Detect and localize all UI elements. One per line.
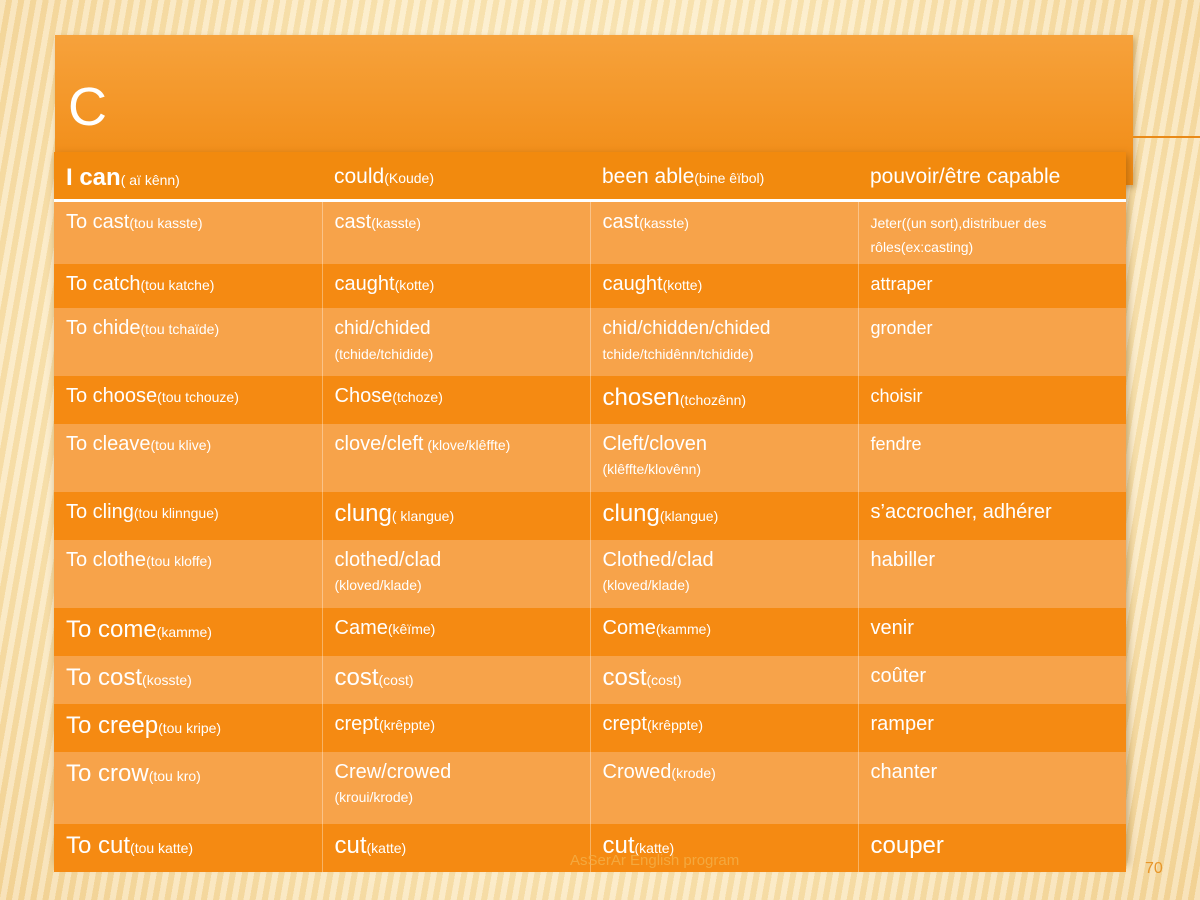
header-cell: could(Koude)	[322, 152, 590, 201]
table-cell: chid/chided (tchide/tchidide)	[321, 307, 590, 376]
table-row: To chide(tou tchaïde) chid/chided (tchide…	[54, 307, 1126, 376]
table-cell: cut(katte)	[321, 823, 590, 872]
table-row: To cost(kosste) cost(cost) cost(cost) co…	[54, 655, 1126, 704]
table-cell: To cost(kosste)	[54, 655, 322, 704]
table-cell: Crowed(krode)	[589, 751, 858, 824]
table-cell: gronder	[857, 307, 1126, 376]
table-row: To come(kamme) Came(kêïme) Come(kamme) v…	[54, 607, 1126, 656]
table-row: To cleave(tou klive) clove/cleft (klove/…	[54, 423, 1126, 492]
table-cell: clothed/clad (kloved/klade)	[321, 539, 590, 608]
table-cell: To come(kamme)	[54, 607, 322, 656]
table-cell: Clothed/clad (kloved/klade)	[589, 539, 858, 608]
table-cell: cost(cost)	[321, 655, 590, 704]
table-cell: To cut(tou katte)	[54, 823, 322, 872]
table-cell: clove/cleft (klove/klêffte)	[321, 423, 590, 492]
table-cell: To clothe(tou kloffe)	[54, 539, 322, 608]
table-cell: Came(kêïme)	[321, 607, 590, 656]
header-cell: I can( aï kênn)	[54, 152, 322, 201]
table-cell: fendre	[857, 423, 1126, 492]
table-cell: chid/chidden/chided tchide/tchidênn/tchid…	[589, 307, 858, 376]
table-cell: coûter	[857, 655, 1126, 704]
table-row: To crow(tou kro) Crew/crowed (kroui/krode…	[54, 751, 1126, 824]
table-cell: Cleft/cloven (klêffte/klovênn)	[589, 423, 858, 492]
table-cell: couper	[857, 823, 1126, 872]
table-cell: To chide(tou tchaïde)	[54, 307, 322, 376]
table-cell: To cleave(tou klive)	[54, 423, 322, 492]
table-cell: cast(kasste)	[589, 200, 858, 264]
verb-table: I can( aï kênn) could(Koude) been able(b…	[54, 152, 1126, 872]
table-cell: caught(kotte)	[321, 263, 590, 308]
footer-text: AsSerAr English program	[570, 852, 740, 869]
table-cell: s’accrocher, adhérer	[857, 491, 1126, 540]
table-cell: To creep(tou kripe)	[54, 703, 322, 752]
table-cell: To choose(tou tchouze)	[54, 375, 322, 424]
slide-title: C	[68, 77, 107, 137]
decorative-line	[1133, 136, 1200, 138]
table-cell: To crow(tou kro)	[54, 751, 322, 824]
table-header-row: I can( aï kênn) could(Koude) been able(b…	[54, 152, 1126, 201]
table-cell: Crew/crowed (kroui/krode)	[321, 751, 590, 824]
table-row: To cling(tou klinngue) clung( klangue) c…	[54, 491, 1126, 540]
table-cell: crept(krêppte)	[589, 703, 858, 752]
table-row: To clothe(tou kloffe) clothed/clad (klove…	[54, 539, 1126, 608]
table-cell: attraper	[857, 263, 1126, 308]
table-cell: habiller	[857, 539, 1126, 608]
header-cell: pouvoir/être capable	[858, 152, 1126, 201]
table-cell: clung(klangue)	[589, 491, 858, 540]
table-cell: clung( klangue)	[321, 491, 590, 540]
table-cell: venir	[857, 607, 1126, 656]
table-cell: cast(kasste)	[321, 200, 590, 264]
table-cell: Come(kamme)	[589, 607, 858, 656]
table-cell: Chose(tchoze)	[321, 375, 590, 424]
table-cell: chanter	[857, 751, 1126, 824]
table-cell: To cling(tou klinngue)	[54, 491, 322, 540]
table-cell: ramper	[857, 703, 1126, 752]
table-cell: caught(kotte)	[589, 263, 858, 308]
table-row: To choose(tou tchouze) Chose(tchoze) cho…	[54, 375, 1126, 424]
table-cell: Jeter((un sort),distribuer des rôles(ex:…	[857, 200, 1126, 264]
table-cell: cost(cost)	[589, 655, 858, 704]
header-cell: been able(bine êïbol)	[590, 152, 858, 201]
table-row: To catch(tou katche) caught(kotte) caugh…	[54, 263, 1126, 308]
table-cell: chosen(tchozênn)	[589, 375, 858, 424]
table-cell: crept(krêppte)	[321, 703, 590, 752]
table-cell: To catch(tou katche)	[54, 263, 322, 308]
table-cell: choisir	[857, 375, 1126, 424]
table-row: To cast(tou kasste) cast(kasste) cast(ka…	[54, 200, 1126, 264]
page-number: 70	[1145, 860, 1163, 877]
table-row: To creep(tou kripe) crept(krêppte) crept…	[54, 703, 1126, 752]
table-cell: To cast(tou kasste)	[54, 200, 322, 264]
